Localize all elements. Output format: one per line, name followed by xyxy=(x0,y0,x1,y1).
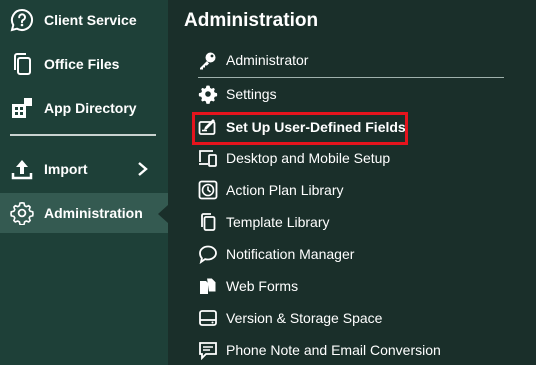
menu-item-label: Desktop and Mobile Setup xyxy=(226,150,391,166)
note-icon xyxy=(198,340,218,360)
menu-item-template-library[interactable]: Template Library xyxy=(198,210,330,234)
administration-panel: Administration Administrator Settings Se… xyxy=(168,0,536,365)
menu-item-label: Template Library xyxy=(226,214,330,230)
menu-item-label: Administrator xyxy=(226,52,309,68)
menu-item-label: Action Plan Library xyxy=(226,182,344,198)
sidebar-item-client-service[interactable]: Client Service xyxy=(0,0,168,40)
menu-item-web-forms[interactable]: Web Forms xyxy=(198,274,298,298)
gear-icon xyxy=(198,84,218,104)
menu-item-settings[interactable]: Settings xyxy=(198,82,277,106)
menu-item-phone-note-email[interactable]: Phone Note and Email Conversion xyxy=(198,338,441,362)
files-icon xyxy=(198,276,218,296)
sidebar-item-label: Import xyxy=(44,161,88,177)
menu-item-label: Web Forms xyxy=(226,278,299,294)
gear-icon xyxy=(10,201,34,225)
menu-item-label: Notification Manager xyxy=(226,246,355,262)
storage-icon xyxy=(198,308,218,328)
key-icon xyxy=(198,50,218,70)
sidebar: Client Service Office Files App Director… xyxy=(0,0,168,365)
panel-title: Administration xyxy=(184,10,319,31)
menu-item-label: Version & Storage Space xyxy=(226,310,383,326)
question-bubble-icon xyxy=(10,8,34,32)
menu-item-label: Phone Note and Email Conversion xyxy=(226,342,441,358)
copy-icon xyxy=(198,212,218,232)
menu-item-notification-manager[interactable]: Notification Manager xyxy=(198,242,354,266)
sidebar-item-administration[interactable]: Administration xyxy=(0,193,168,233)
app-directory-icon xyxy=(10,96,34,120)
sidebar-item-office-files[interactable]: Office Files xyxy=(0,44,168,84)
sidebar-item-label: Administration xyxy=(44,205,143,221)
menu-item-version-storage[interactable]: Version & Storage Space xyxy=(198,306,382,330)
sidebar-item-label: App Directory xyxy=(44,100,137,116)
sidebar-item-app-directory[interactable]: App Directory xyxy=(0,88,168,128)
menu-item-desktop-mobile-setup[interactable]: Desktop and Mobile Setup xyxy=(198,146,390,170)
sidebar-item-label: Client Service xyxy=(44,12,137,28)
speech-bubble-icon xyxy=(198,244,218,264)
devices-icon xyxy=(198,148,218,168)
sidebar-divider xyxy=(10,134,156,136)
menu-item-label: Settings xyxy=(226,86,277,102)
highlight-box xyxy=(192,112,408,145)
active-indicator xyxy=(158,205,168,223)
upload-icon xyxy=(10,157,34,181)
sidebar-item-label: Office Files xyxy=(44,56,120,72)
panel-divider xyxy=(198,77,504,78)
chevron-right-icon[interactable] xyxy=(136,161,150,177)
clock-icon xyxy=(198,180,218,200)
copy-files-icon xyxy=(10,52,34,76)
menu-item-administrator[interactable]: Administrator xyxy=(198,48,308,72)
menu-item-action-plan-library[interactable]: Action Plan Library xyxy=(198,178,344,202)
